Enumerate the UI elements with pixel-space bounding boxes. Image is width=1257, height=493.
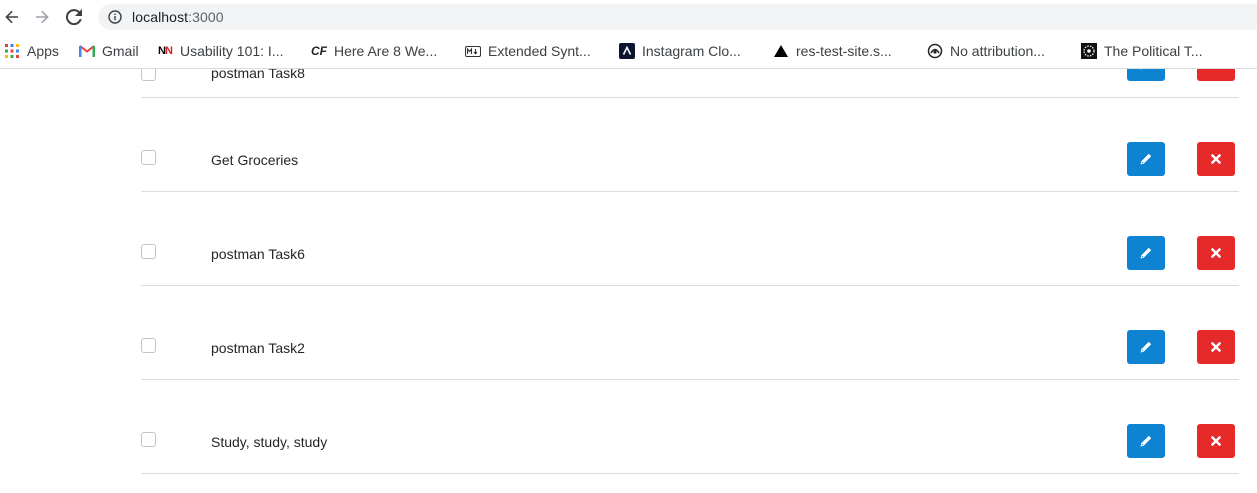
back-button[interactable] (0, 5, 24, 29)
triangle-icon (773, 43, 789, 59)
edit-button[interactable] (1127, 236, 1165, 270)
gmail-icon (79, 43, 95, 59)
edit-button[interactable] (1127, 69, 1165, 81)
delete-button[interactable] (1197, 236, 1235, 270)
bookmark-label: Here Are 8 We... (334, 43, 438, 59)
task-checkbox[interactable] (141, 432, 156, 447)
bookmark-gmail[interactable]: Gmail (79, 37, 139, 65)
arrow-right-icon (36, 10, 49, 24)
pencil-icon (1140, 341, 1152, 353)
delete-button[interactable] (1197, 142, 1235, 176)
url-host: localhost (132, 9, 189, 25)
task-list: postman Task8 Get Groceries postman Task… (0, 69, 1257, 493)
edit-button[interactable] (1127, 330, 1165, 364)
task-label: postman Task8 (211, 69, 305, 81)
bookmark-instagram-clone[interactable]: Instagram Clo... (619, 37, 741, 65)
bookmark-label: The Political T... (1104, 43, 1203, 59)
browser-chrome: localhost:3000 Apps Gmail N N Usability … (0, 0, 1257, 69)
task-label: Study, study, study (211, 434, 328, 450)
delete-button[interactable] (1197, 424, 1235, 458)
bookmark-label: Usability 101: I... (180, 43, 284, 59)
close-icon (1211, 154, 1221, 164)
pencil-icon (1140, 247, 1152, 259)
edit-button[interactable] (1127, 142, 1165, 176)
bookmark-label: Instagram Clo... (642, 43, 741, 59)
task-row: postman Task2 (141, 285, 1239, 380)
bookmark-political[interactable]: The Political T... (1081, 37, 1203, 65)
task-checkbox[interactable] (141, 150, 156, 165)
bookmarks-bar: Apps Gmail NN Usability 101: I... CF Her… (0, 34, 1257, 68)
reload-button[interactable] (62, 5, 86, 29)
edit-button[interactable] (1127, 424, 1165, 458)
url-port: :3000 (188, 9, 224, 25)
delete-button[interactable] (1197, 330, 1235, 364)
bookmark-label: res-test-site.s... (796, 43, 892, 59)
task-row: postman Task6 (141, 191, 1239, 286)
browser-toolbar: localhost:3000 (0, 0, 1257, 34)
task-label: postman Task2 (211, 340, 305, 356)
no-attribution-icon (927, 43, 943, 59)
pencil-icon (1140, 153, 1152, 165)
reload-icon (66, 9, 82, 25)
info-icon[interactable] (108, 10, 122, 24)
pencil-icon (1140, 69, 1143, 70)
pencil-icon (1140, 435, 1152, 447)
url-text[interactable]: localhost:3000 (132, 9, 224, 25)
bookmark-here-are-8[interactable]: CF Here Are 8 We... (311, 37, 437, 65)
delete-button[interactable] (1197, 69, 1235, 81)
close-icon (1211, 342, 1221, 352)
bookmark-label: Extended Synt... (488, 43, 591, 59)
task-row: Study, study, study (141, 379, 1239, 474)
arrow-left-icon (5, 10, 18, 24)
cf-icon: CF (311, 44, 327, 58)
task-checkbox[interactable] (141, 244, 156, 259)
bookmark-usability[interactable]: NN Usability 101: I... (157, 37, 284, 65)
bookmark-apps[interactable]: Apps (4, 37, 59, 65)
forward-button[interactable] (30, 5, 54, 29)
task-label: postman Task6 (211, 246, 305, 262)
address-bar[interactable]: localhost:3000 (98, 4, 1257, 30)
bookmark-res-test-site[interactable]: res-test-site.s... (773, 37, 892, 65)
bookmark-no-attribution[interactable]: No attribution... (927, 37, 1045, 65)
task-label: Get Groceries (211, 152, 299, 168)
nn-icon: NN (158, 45, 173, 57)
apps-grid-icon (4, 43, 20, 59)
task-row: Get Groceries (141, 97, 1239, 192)
task-row: postman Task8 (141, 69, 1239, 98)
task-checkbox[interactable] (141, 69, 156, 81)
bookmark-label: No attribution... (950, 43, 1045, 59)
close-icon (1211, 436, 1221, 446)
bookmark-extended-syntax[interactable]: Extended Synt... (465, 37, 591, 65)
instagram-clone-icon (619, 43, 635, 59)
chrome-divider (0, 68, 1257, 69)
bookmark-label: Gmail (102, 43, 139, 59)
close-icon (1211, 248, 1221, 258)
markdown-icon (465, 43, 481, 59)
political-icon (1081, 43, 1097, 59)
bookmark-label: Apps (27, 43, 59, 59)
task-checkbox[interactable] (141, 338, 156, 353)
